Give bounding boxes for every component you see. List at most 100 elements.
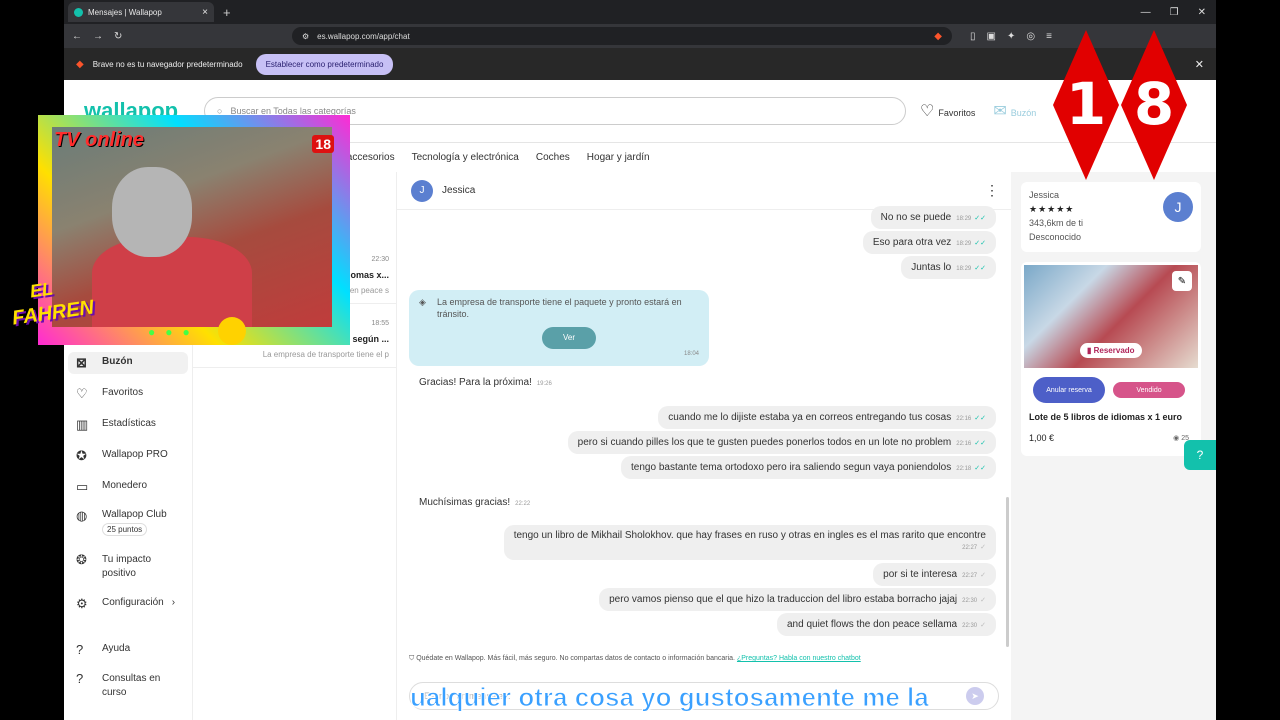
chevron-right-icon: › bbox=[171, 597, 176, 608]
message-text: pero si cuando pilles los que te gusten … bbox=[577, 437, 952, 448]
default-browser-infobar: ◆ Brave no es tu navegador predeterminad… bbox=[64, 48, 1216, 80]
forward-icon[interactable]: → bbox=[93, 31, 103, 42]
sidebar-item-club[interactable]: ◍ Wallapop Club 25 puntos bbox=[68, 505, 188, 540]
message-time: 22:16 bbox=[956, 416, 972, 422]
leo-icon[interactable]: ✦ bbox=[1007, 31, 1015, 42]
message-text: por si te interesa bbox=[883, 569, 958, 580]
tv-online-logo: TV online bbox=[54, 129, 144, 151]
message-bubble: pero si cuando pilles los que te gusten … bbox=[567, 431, 996, 454]
chatbot-link[interactable]: ¿Preguntas? Habla con nuestro chatbot bbox=[737, 655, 861, 662]
sent-check-icon: ✓ bbox=[980, 544, 986, 551]
inbox-icon: ⊠ bbox=[76, 355, 87, 370]
site-info-icon[interactable]: ⚙ bbox=[302, 32, 309, 41]
category-item[interactable]: Coches bbox=[536, 152, 570, 163]
maximize-icon[interactable]: ❐ bbox=[1170, 7, 1179, 18]
message-time: 19:26 bbox=[536, 381, 552, 387]
wallet-ext-icon[interactable]: ▣ bbox=[987, 31, 996, 42]
read-check-icon: ✓✓ bbox=[974, 240, 986, 247]
avatar[interactable]: J bbox=[411, 179, 433, 202]
sidebar-item-ayuda[interactable]: ? Ayuda bbox=[68, 639, 188, 661]
close-window-icon[interactable]: ✕ bbox=[1198, 7, 1206, 18]
notice-time: 18:04 bbox=[683, 351, 699, 357]
vpn-icon[interactable]: ◎ bbox=[1026, 31, 1035, 42]
cancel-reservation-button[interactable]: Anular reserva bbox=[1033, 377, 1105, 403]
new-tab-icon[interactable]: + bbox=[223, 5, 231, 20]
message-bubble: tengo bastante tema ortodoxo pero ira sa… bbox=[621, 456, 996, 479]
reserved-badge: ▮ Reservado bbox=[1080, 343, 1142, 358]
set-default-button[interactable]: Establecer como predeterminado bbox=[255, 53, 394, 75]
category-item[interactable]: Hogar y jardín bbox=[587, 152, 650, 163]
message-text: No no se puede bbox=[880, 212, 952, 223]
tab-wallapop[interactable]: Mensajes | Wallapop × bbox=[68, 2, 214, 22]
read-check-icon: ✓✓ bbox=[974, 465, 986, 472]
minimize-icon[interactable]: — bbox=[1141, 7, 1151, 18]
infobar-text: Brave no es tu navegador predeterminado bbox=[92, 59, 243, 69]
pro-badge-icon: ✪ bbox=[76, 448, 87, 463]
menu-icon[interactable]: ≡ bbox=[1046, 31, 1052, 42]
sidebar-item-label: Wallapop PRO bbox=[102, 449, 168, 460]
sidebar-item-pro[interactable]: ✪ Wallapop PRO bbox=[68, 445, 188, 467]
close-tab-icon[interactable]: × bbox=[202, 7, 208, 18]
rating-digit: 8 bbox=[1133, 70, 1175, 138]
send-icon[interactable]: ➤ bbox=[966, 687, 984, 705]
leaf-icon: ❂ bbox=[76, 552, 87, 567]
edit-icon[interactable]: ✎ bbox=[1172, 271, 1192, 291]
sidebar-item-favoritos[interactable]: ♡ Favoritos bbox=[68, 383, 188, 405]
message-bubble: Eso para otra vez 18:29 ✓✓ bbox=[862, 231, 996, 254]
sidebar-icon[interactable]: ▯ bbox=[970, 31, 976, 42]
chatbot-help-button[interactable]: ? bbox=[1184, 440, 1216, 470]
sidebar-item-estadisticas[interactable]: ▥ Estadísticas bbox=[68, 414, 188, 436]
product-image[interactable]: ✎ ▮ Reservado bbox=[1024, 265, 1198, 368]
sidebar-item-buzon[interactable]: ⊠ Buzón bbox=[68, 352, 188, 374]
sidebar-item-label: Favoritos bbox=[102, 387, 144, 398]
avatar[interactable]: J bbox=[1163, 192, 1193, 222]
person-head bbox=[112, 167, 192, 257]
favoritos-link[interactable]: ♡ Favoritos bbox=[920, 101, 975, 121]
ver-button[interactable]: Ver bbox=[542, 327, 596, 349]
sidebar-item-consultas[interactable]: ? Consultas en curso bbox=[68, 668, 188, 704]
stats-icon: ▥ bbox=[76, 417, 89, 432]
sent-check-icon: ✓ bbox=[980, 572, 986, 579]
message-text: Eso para otra vez bbox=[872, 237, 952, 248]
gear-icon: ⚙ bbox=[76, 596, 88, 611]
message-text: tengo un libro de Mikhail Sholokhov. que… bbox=[513, 530, 986, 541]
rating-diamond: 1 bbox=[1053, 30, 1119, 180]
sidebar-item-label: Monedero bbox=[102, 480, 148, 491]
rating-diamond: 8 bbox=[1121, 30, 1187, 180]
fahren-text-1: EL bbox=[28, 278, 55, 302]
sold-button[interactable]: Vendido bbox=[1113, 382, 1185, 398]
buzon-link[interactable]: ✉ Buzón bbox=[993, 101, 1036, 121]
message-text: tengo bastante tema ortodoxo pero ira sa… bbox=[631, 462, 952, 473]
message-text: Muchísimas gracias! bbox=[419, 497, 511, 508]
url-field[interactable]: ⚙ es.wallapop.com/app/chat ◆ bbox=[292, 27, 952, 45]
close-infobar-icon[interactable]: ✕ bbox=[1195, 58, 1204, 71]
screen: Mensajes | Wallapop × + — ❐ ✕ ← → ↻ ⚙ es… bbox=[0, 0, 1280, 720]
reserved-label: Reservado bbox=[1093, 346, 1135, 355]
product-title[interactable]: Lote de 5 libros de idiomas x 1 euro bbox=[1029, 412, 1182, 422]
message-bubble: tengo un libro de Mikhail Sholokhov. que… bbox=[503, 525, 996, 560]
user-card[interactable]: Jessica ★★★★★ 343,6km de ti Desconocido … bbox=[1021, 182, 1201, 252]
more-options-icon[interactable]: ⋮ bbox=[985, 182, 999, 199]
favoritos-label: Favoritos bbox=[938, 108, 976, 118]
points-badge: 25 puntos bbox=[102, 523, 148, 536]
back-icon[interactable]: ← bbox=[72, 31, 82, 42]
el-fahren-logo: EL FAHREN bbox=[0, 260, 140, 350]
browser-window: Mensajes | Wallapop × + — ❐ ✕ ← → ↻ ⚙ es… bbox=[64, 0, 1216, 720]
message-bubble: No no se puede 18:29 ✓✓ bbox=[870, 206, 996, 229]
sidebar-item-monedero[interactable]: ▭ Monedero bbox=[68, 476, 188, 498]
message-time: 22:27 bbox=[962, 545, 978, 551]
reload-icon[interactable]: ↻ bbox=[114, 31, 122, 42]
chat-scrollbar[interactable] bbox=[1006, 497, 1009, 647]
sent-check-icon: ✓ bbox=[980, 622, 986, 629]
message-text: Juntas lo bbox=[911, 262, 952, 273]
category-item[interactable]: Tecnología y electrónica bbox=[412, 152, 519, 163]
wallapop-favicon-icon bbox=[74, 7, 83, 17]
message-bubble: and quiet flows the don peace sellama 22:… bbox=[776, 613, 996, 636]
conversation-time: 22:30 bbox=[371, 256, 389, 263]
contact-name[interactable]: Jessica bbox=[442, 185, 475, 196]
sidebar-item-configuracion[interactable]: ⚙ Configuración › bbox=[68, 593, 188, 615]
help-icon: ? bbox=[76, 642, 84, 657]
sidebar-item-impacto[interactable]: ❂ Tu impacto positivo bbox=[68, 549, 188, 585]
brave-shield-icon[interactable]: ◆ bbox=[934, 31, 942, 42]
question-icon: ? bbox=[76, 671, 84, 686]
